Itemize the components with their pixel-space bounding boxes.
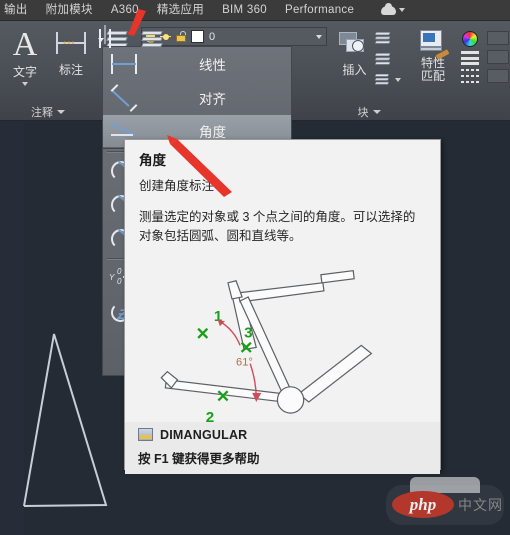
marker-x-1: ✕ (196, 323, 210, 343)
cloud-menu-button[interactable] (381, 2, 406, 15)
chevron-down-icon (372, 109, 381, 114)
tooltip-description: 测量选定的对象或 3 个点之间的角度。可以选择的对象包括圆弧、圆和直线等。 (139, 210, 416, 243)
ribbon-panel-annotation: A 文字 ••• 标注 注释 (0, 21, 96, 120)
tooltip-title: 角度 (139, 153, 166, 168)
dim-linear-icon (109, 53, 139, 75)
tab-bim360[interactable]: BIM 360 (213, 0, 276, 21)
autocad-window: 输出 附加模块 A360 精选应用 BIM 360 Performance A … (0, 0, 510, 535)
panel-title-block[interactable]: 块 (332, 103, 406, 120)
tooltip-footer: DIMANGULAR 按 F1 键获得更多帮助 (125, 421, 440, 474)
chevron-down-icon[interactable] (22, 82, 28, 86)
command-tooltip: 角度 创建角度标注 测量选定的对象或 3 个点之间的角度。可以选择的对象包括圆弧… (124, 139, 441, 474)
dim-linear-icon (98, 25, 111, 48)
edit-attribute-icon[interactable] (374, 51, 393, 65)
point-label-3: 3 (244, 324, 252, 341)
tab-a360[interactable]: A360 (102, 0, 148, 21)
define-attribute-icon[interactable] (374, 72, 390, 85)
tooltip-help-hint: 按 F1 键获得更多帮助 (138, 451, 260, 466)
dropdown-label-aligned: 对齐 (199, 92, 226, 107)
watermark-brand: php (409, 494, 437, 514)
tab-addins[interactable]: 附加模块 (37, 0, 102, 21)
color-wheel-icon[interactable] (462, 31, 478, 47)
chevron-down-icon (399, 8, 406, 12)
dimension-dropdown-labels: 线性 对齐 角度 (102, 46, 292, 149)
linear-dimension-split-button[interactable] (98, 25, 111, 48)
insert-block-icon (338, 29, 372, 59)
tab-performance[interactable]: Performance (276, 0, 363, 21)
tooltip-subtitle: 创建角度标注 (139, 179, 215, 193)
layer-name: 0 (209, 30, 216, 43)
ribbon-panel-properties: 特性 匹配 (406, 21, 510, 120)
linetype-icon[interactable] (461, 69, 479, 83)
layer-color-swatch[interactable] (191, 30, 204, 43)
unlock-icon[interactable] (176, 31, 186, 42)
text-button-label: 文字 (12, 65, 37, 79)
watermark: php 中文网 (386, 477, 504, 525)
panel-title-properties (406, 103, 510, 120)
text-button[interactable]: A 文字 (5, 27, 45, 86)
cloud-icon (381, 2, 397, 15)
text-icon: A (12, 26, 38, 63)
dropdown-label-linear: 线性 (199, 58, 226, 73)
command-icon (138, 428, 153, 442)
tab-featured-apps[interactable]: 精选应用 (148, 0, 213, 21)
triangle-polyline (23, 333, 108, 507)
dropdown-entry-linear[interactable]: 线性 (103, 47, 291, 81)
dropdown-entry-aligned[interactable]: 对齐 (103, 81, 291, 115)
lineweight-icon[interactable] (461, 51, 479, 65)
tab-output[interactable]: 输出 (0, 0, 37, 21)
layer-control-dropdown[interactable]: 0 (141, 27, 327, 46)
match-properties-label-2: 匹配 (420, 69, 445, 83)
linetype-dropdown[interactable] (487, 69, 509, 83)
dim-aligned-icon (109, 84, 139, 112)
dimension-button[interactable]: ••• 标注 (51, 27, 91, 78)
ribbon-tab-bar: 输出 附加模块 A360 精选应用 BIM 360 Performance (0, 0, 510, 21)
lineweight-dropdown[interactable] (487, 50, 509, 64)
chevron-down-icon (57, 109, 65, 114)
insert-block-button[interactable]: 插入 (337, 27, 372, 78)
dimension-button-label: 标注 (58, 63, 83, 77)
ribbon-panel-block: 插入 块 (332, 21, 406, 120)
dimension-icon: ••• (54, 29, 88, 59)
create-block-icon[interactable] (374, 30, 393, 44)
match-properties-button[interactable]: 特性 匹配 (411, 27, 455, 83)
marker-x-2: ✕ (216, 386, 230, 406)
tooltip-illustration: ✕ 1 ✕ 2 ✕ 3 61° (131, 250, 434, 426)
watermark-suffix: 中文网 (458, 497, 503, 513)
chevron-down-icon[interactable] (395, 78, 401, 82)
color-dropdown[interactable] (487, 31, 509, 45)
panel-title-annotation[interactable]: 注释 (0, 103, 96, 120)
match-properties-icon (418, 29, 450, 60)
bicycle-frame-angle-illustration: ✕ 1 ✕ 2 ✕ 3 61° (160, 269, 373, 426)
dropdown-label-angular: 角度 (199, 125, 226, 140)
point-label-2: 2 (206, 409, 214, 421)
tooltip-command: DIMANGULAR (160, 427, 248, 442)
insert-block-label: 插入 (342, 63, 367, 77)
angle-value-label: 61° (236, 357, 253, 369)
chevron-down-icon[interactable] (316, 34, 322, 39)
